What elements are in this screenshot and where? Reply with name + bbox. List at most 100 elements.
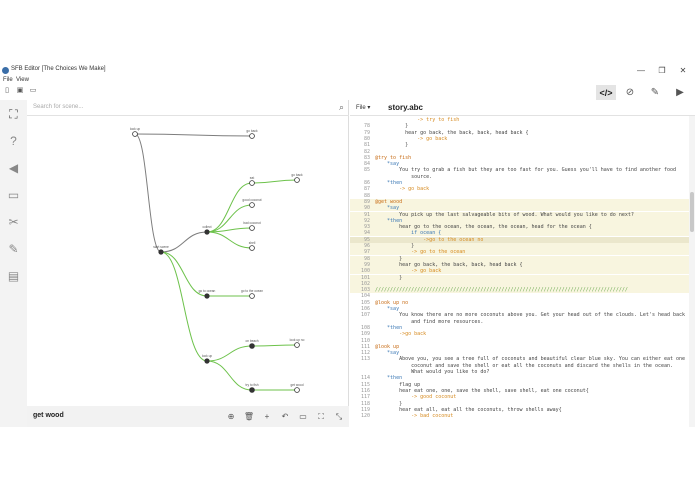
scene-graph[interactable]: start scene look up collect go to ocean look… — [27, 116, 349, 406]
code-line[interactable]: 78 } — [350, 123, 689, 129]
code-line[interactable]: 103 /////////////////////////////////////… — [350, 287, 689, 294]
scroll-thumb[interactable] — [690, 192, 694, 232]
target-icon[interactable]: ⊕ — [224, 410, 238, 423]
add-icon[interactable]: + — [260, 410, 274, 423]
graph-node-tree[interactable]: look up — [202, 354, 213, 364]
chevron-down-icon: ▾ — [367, 105, 371, 111]
graph-node-gocean[interactable]: go to the ocean — [241, 289, 263, 299]
code-line[interactable]: 97 -> go to the ocean — [350, 249, 689, 256]
code-line[interactable]: 112 *say — [350, 350, 689, 356]
graph-node-ocean[interactable]: go to ocean — [199, 289, 216, 299]
audio-icon[interactable]: ◀ — [3, 158, 24, 178]
code-line[interactable]: 108 *then — [350, 325, 689, 331]
code-line[interactable]: 93 hear go to the ocean, the ocean, the … — [350, 224, 689, 231]
code-line[interactable]: 102 — [350, 280, 689, 287]
code-line[interactable]: 115 flag up — [350, 382, 689, 388]
graph-node-eat[interactable]: eat — [249, 176, 255, 186]
code-line[interactable]: 86 *then — [350, 180, 689, 186]
scene-search-input[interactable]: Search for scene... — [33, 104, 83, 110]
scene-graph-canvas[interactable]: start scene look up collect go to ocean look… — [27, 116, 349, 406]
code-line[interactable]: 81 } — [350, 142, 689, 148]
graph-node-collect[interactable]: collect — [202, 225, 212, 235]
code-line[interactable]: 117 -> good coconut — [350, 394, 689, 400]
line-text: -> go back — [375, 135, 448, 142]
code-line[interactable]: 84 *say — [350, 161, 689, 167]
restore-button[interactable]: ❐ — [654, 65, 670, 77]
code-line[interactable]: 114 *then — [350, 375, 689, 381]
editor-file-menu[interactable]: File ▾ — [356, 104, 370, 111]
code-line[interactable]: 109 ->go back — [350, 331, 689, 337]
code-line[interactable]: 104 — [350, 293, 689, 299]
code-line[interactable]: 99 hear go back, the back, back, head ba… — [350, 261, 689, 268]
tools-icon[interactable]: ✂ — [3, 212, 24, 232]
code-line[interactable]: 120 -> bad coconut — [350, 413, 689, 419]
editor-scrollbar[interactable] — [689, 116, 695, 427]
graph-node-lookup_no[interactable]: look up no — [290, 338, 305, 348]
id-card-icon[interactable]: ▤ — [3, 266, 24, 286]
explore-icon[interactable]: ⊘ — [620, 85, 640, 101]
code-line[interactable]: 88 — [350, 193, 689, 199]
graph-node-again[interactable]: go back — [291, 173, 303, 183]
help-icon[interactable]: ? — [3, 131, 24, 151]
minimize-button[interactable]: — — [633, 65, 649, 77]
code-line[interactable]: 80 -> go back — [350, 136, 689, 142]
code-line[interactable]: 116 hear eat one, one, save the shell, s… — [350, 388, 689, 394]
save-icon[interactable]: ▣ — [16, 87, 24, 95]
close-button[interactable]: ✕ — [675, 65, 691, 77]
code-line[interactable]: 82 — [350, 149, 689, 155]
code-line[interactable]: 96 } — [350, 243, 689, 249]
code-line[interactable]: What would you like to do? — [350, 369, 689, 375]
code-line[interactable]: 111 @look up — [350, 344, 689, 350]
menu-view[interactable]: View — [16, 77, 29, 83]
graph-node-fish[interactable]: try to fish — [246, 383, 259, 393]
code-line[interactable]: 107 You know there are no more coconuts … — [350, 312, 689, 318]
search-icon[interactable]: ⌕ — [339, 102, 344, 113]
code-line[interactable]: 119 hear eat all, eat all the coconuts, … — [350, 407, 689, 413]
open-folder-icon[interactable]: ▭ — [29, 87, 37, 95]
collapse-icon[interactable]: ⤡ — [332, 410, 346, 423]
code-line[interactable]: -> try to fish — [350, 117, 689, 123]
graph-node-bad[interactable]: bad coconut — [243, 221, 261, 231]
code-line[interactable]: 79 hear go back, the back, back, head ba… — [350, 130, 689, 136]
code-line[interactable]: 87 -> go back — [350, 186, 689, 192]
play-icon[interactable]: ▶ — [670, 85, 690, 101]
new-file-icon[interactable]: ▯ — [3, 87, 11, 95]
code-line[interactable]: 85 You try to grab a fish but they are t… — [350, 167, 689, 173]
code-line[interactable]: 94 if ocean { — [350, 230, 689, 237]
code-editor[interactable]: -> try to fish 78 } 79 hear go back, the b… — [350, 116, 689, 427]
graph-node-beach[interactable]: on beach — [245, 339, 259, 349]
code-line[interactable]: coconut and save the shell or eat all th… — [350, 363, 689, 369]
code-line[interactable]: 91 You pick up the last salvageable bits… — [350, 211, 689, 218]
code-line[interactable]: 106 *say — [350, 306, 689, 312]
graph-node-wood[interactable]: get wood — [291, 383, 304, 393]
code-line[interactable]: 113 Above you, you see a tree full of co… — [350, 356, 689, 362]
code-line[interactable]: 90 *say — [350, 205, 689, 212]
code-line[interactable]: 105 @look up no — [350, 300, 689, 306]
graph-node-lookup[interactable]: look up — [130, 127, 141, 137]
graph-node-back[interactable]: go back — [246, 129, 258, 139]
undo-icon[interactable]: ↶ — [278, 410, 292, 423]
line-text: Above you, you see a tree full of coconu… — [375, 356, 686, 363]
code-line[interactable]: 92 *then — [350, 217, 689, 224]
graph-view-icon[interactable]: ⛶ — [3, 104, 24, 124]
expand-icon[interactable]: ⛶ — [314, 410, 328, 423]
line-text: -> go back — [375, 186, 430, 193]
code-line[interactable]: 118 } — [350, 401, 689, 407]
code-line[interactable]: 101 } — [350, 274, 689, 281]
code-line[interactable]: 89 @get wood — [350, 198, 689, 205]
pen-icon[interactable]: ✎ — [3, 239, 24, 259]
folder-icon[interactable]: ▭ — [296, 410, 310, 423]
code-view-icon[interactable]: </> — [596, 85, 616, 101]
menu-file[interactable]: File — [3, 77, 13, 83]
edit-icon[interactable]: ✎ — [645, 85, 665, 101]
code-line[interactable]: 95 ->go to the ocean no — [350, 236, 689, 243]
delete-icon[interactable]: 🗑 — [242, 410, 256, 423]
code-line[interactable]: source. — [350, 174, 689, 180]
graph-node-shell[interactable]: shell — [249, 241, 256, 251]
code-line[interactable]: 110 — [350, 338, 689, 344]
code-line[interactable]: 98 } — [350, 255, 689, 262]
images-icon[interactable]: ▭ — [3, 185, 24, 205]
code-line[interactable]: and find more resources. — [350, 319, 689, 325]
code-line[interactable]: 100 -> go back — [350, 268, 689, 275]
code-line[interactable]: 83 @try to fish — [350, 155, 689, 161]
